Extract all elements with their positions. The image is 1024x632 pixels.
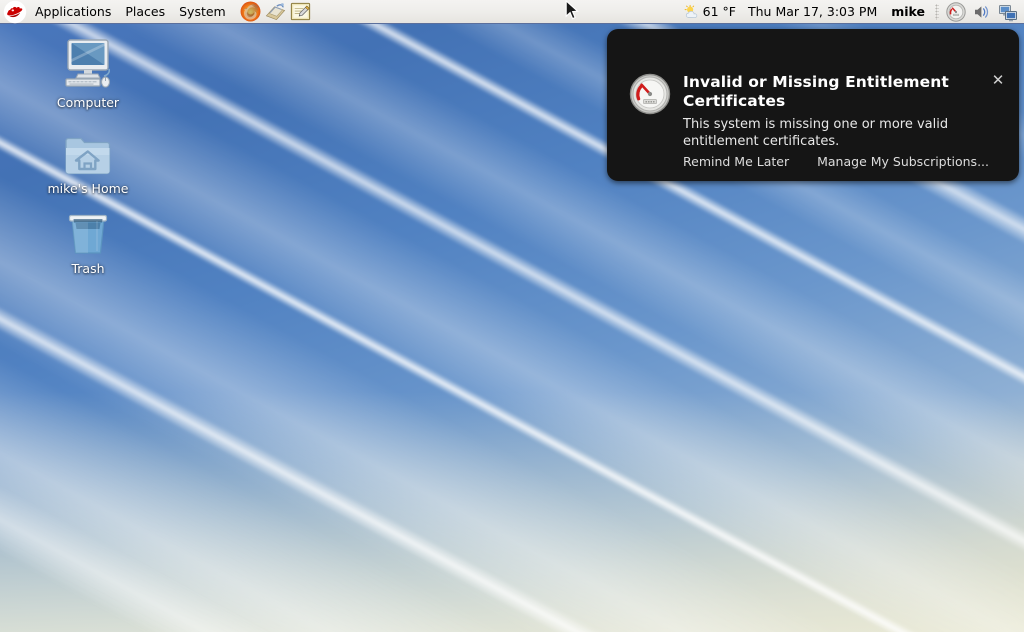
system-menu[interactable]: System [172,0,233,24]
remind-me-later-action[interactable]: Remind Me Later [683,154,789,169]
clock-applet[interactable]: Thu Mar 17, 3:03 PM [740,4,885,19]
top-panel: Applications Places System 61 °F Thu Mar… [0,0,1024,24]
places-menu[interactable]: Places [118,0,172,24]
network-monitors-tray-icon[interactable] [997,1,1019,23]
desktop-icon-computer[interactable]: Computer [28,34,148,110]
desktop-icon-home[interactable]: mike's Home [28,120,148,196]
subscription-gauge-icon [629,73,671,115]
notification-message: This system is missing one or more valid… [683,117,949,149]
redhat-shadowman-logo-icon[interactable] [3,0,27,24]
applications-menu[interactable]: Applications [28,0,118,24]
subscription-manager-tray-icon[interactable] [945,1,967,23]
desktop-icon-trash[interactable]: Trash [28,200,148,276]
panel-left-section: Applications Places System [0,0,313,23]
trash-bin-icon [63,200,113,258]
weather-temperature: 61 °F [702,4,736,19]
sun-behind-cloud-icon [684,4,697,18]
desktop-icon-computer-label: Computer [56,95,120,110]
desktop-icon-trash-label: Trash [71,261,105,276]
tray-separator-handle [935,3,939,20]
firefox-launcher-icon[interactable] [239,0,262,23]
notification-body: Invalid or Missing Entitlement Certifica… [683,73,983,150]
desktop-icon-home-label: mike's Home [47,181,129,196]
notification-title: Invalid or Missing Entitlement Certifica… [683,73,949,110]
notification-dialog: Invalid or Missing Entitlement Certifica… [607,29,1019,181]
manage-my-subscriptions-action[interactable]: Manage My Subscriptions... [817,154,989,169]
evolution-mail-launcher-icon[interactable] [264,0,287,23]
computer-monitor-icon [60,34,116,92]
home-folder-icon [63,120,113,178]
user-menu[interactable]: mike [885,4,931,19]
desktop[interactable]: Applications Places System 61 °F Thu Mar… [0,0,1024,632]
text-editor-launcher-icon[interactable] [289,0,312,23]
close-icon[interactable]: ✕ [990,72,1006,88]
notification-actions: Remind Me Later Manage My Subscriptions.… [683,154,989,169]
weather-applet[interactable]: 61 °F [680,4,740,20]
volume-speaker-tray-icon[interactable] [971,1,993,23]
panel-right-section: 61 °F Thu Mar 17, 3:03 PM mike [680,0,1024,23]
